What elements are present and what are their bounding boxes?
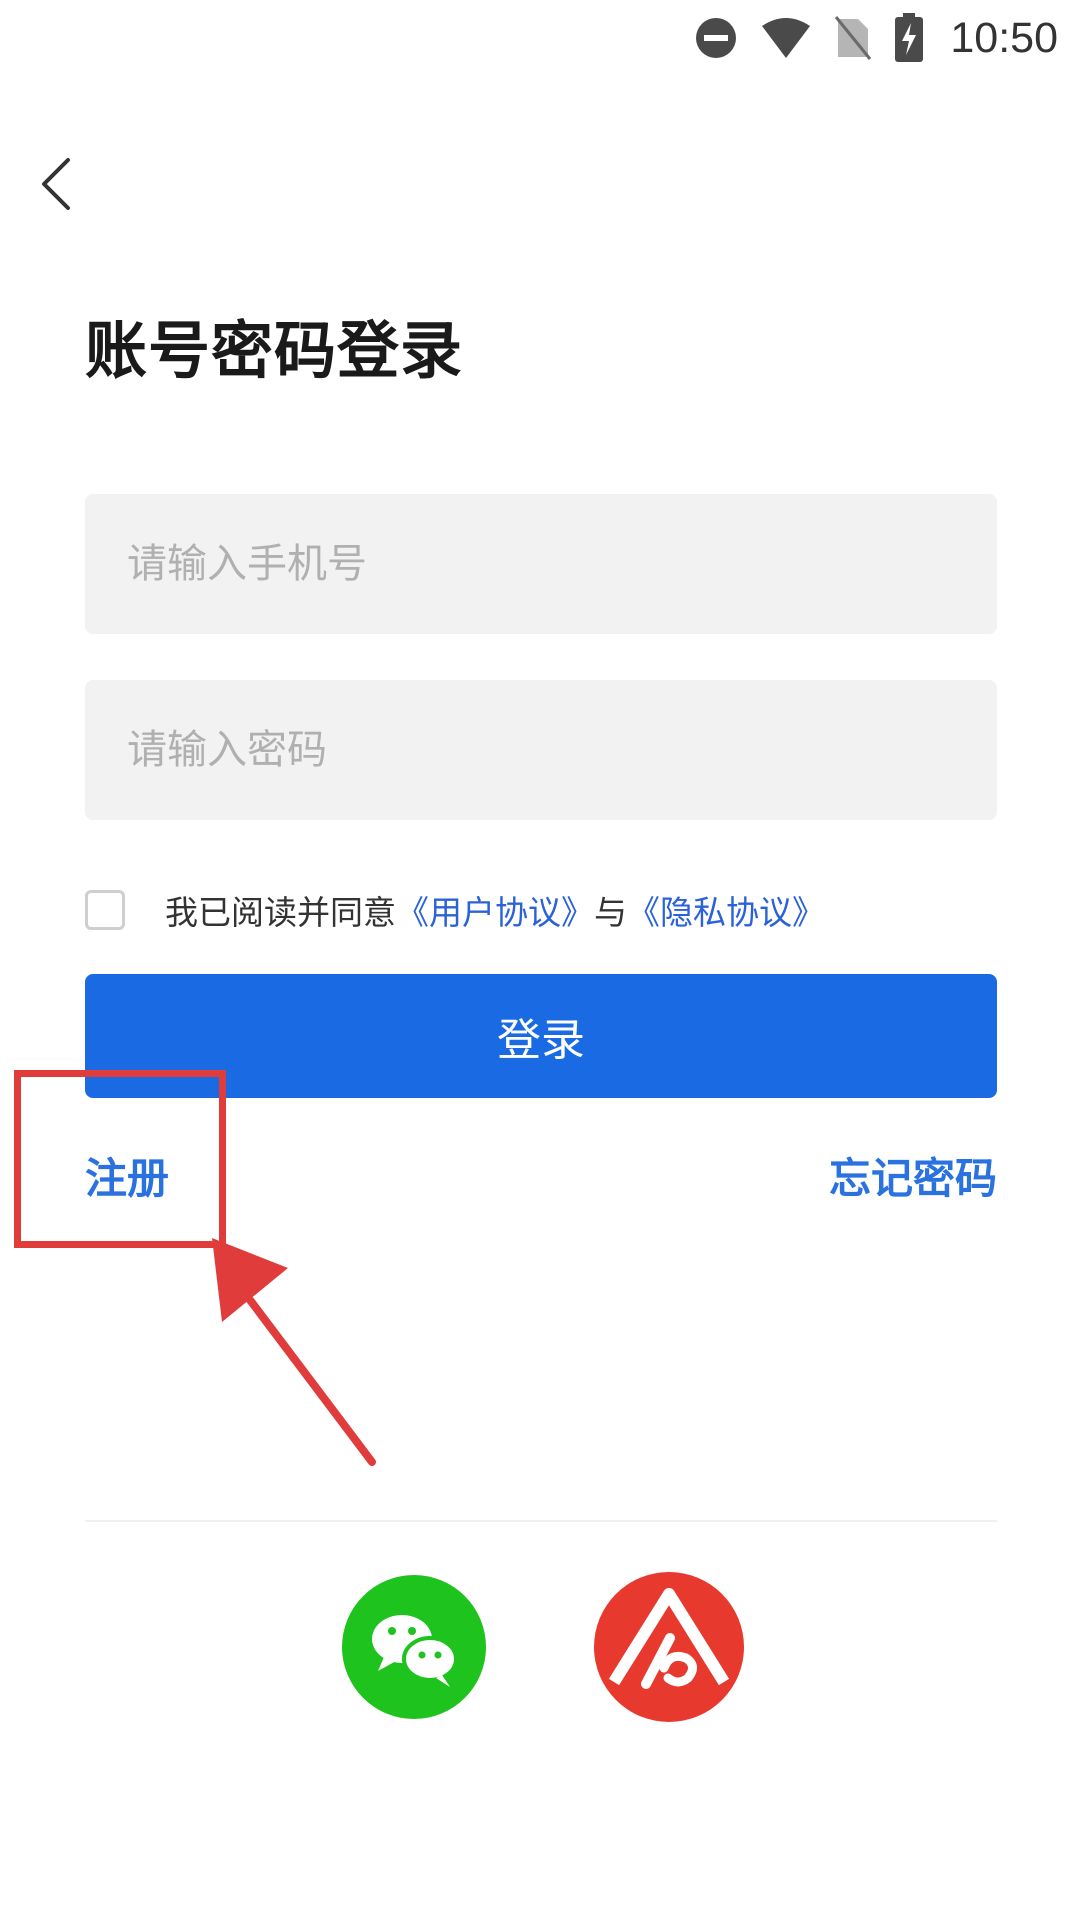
wifi-icon (762, 18, 811, 58)
user-agreement-link[interactable]: 《用户协议》 (396, 886, 594, 934)
third-party-login (0, 1572, 1080, 1725)
agreement-checkbox[interactable] (85, 890, 125, 930)
app-login-button[interactable] (594, 1572, 744, 1722)
login-screen: 10:50 账号密码登录 我已阅读并同意 《用户协议》 与 《隐私协议》 登录 … (0, 0, 1080, 1920)
app-logo-icon (594, 1572, 744, 1722)
back-button[interactable] (28, 150, 84, 218)
login-button[interactable]: 登录 (85, 974, 997, 1098)
do-not-disturb-icon (696, 18, 737, 58)
battery-charging-icon (895, 13, 924, 62)
agreement-conjunction: 与 (594, 893, 627, 932)
phone-input[interactable] (85, 494, 997, 634)
wechat-icon (342, 1575, 486, 1719)
chevron-left-icon (42, 158, 70, 210)
register-link[interactable]: 注册 (85, 1145, 169, 1206)
status-icons: 10:50 (694, 10, 1058, 66)
status-bar: 10:50 (0, 0, 1080, 80)
page-title: 账号密码登录 (85, 314, 464, 387)
agreement-row: 我已阅读并同意 《用户协议》 与 《隐私协议》 (85, 885, 825, 935)
divider (85, 1520, 997, 1522)
wechat-login-button[interactable] (342, 1575, 486, 1719)
agreement-prefix: 我已阅读并同意 (165, 893, 396, 932)
status-time: 10:50 (950, 13, 1058, 62)
privacy-agreement-link[interactable]: 《隐私协议》 (627, 886, 825, 934)
password-input[interactable] (85, 680, 997, 820)
forgot-password-link[interactable]: 忘记密码 (829, 1145, 997, 1206)
agreement-text: 我已阅读并同意 《用户协议》 与 《隐私协议》 (165, 886, 825, 934)
no-sim-icon (835, 16, 872, 60)
